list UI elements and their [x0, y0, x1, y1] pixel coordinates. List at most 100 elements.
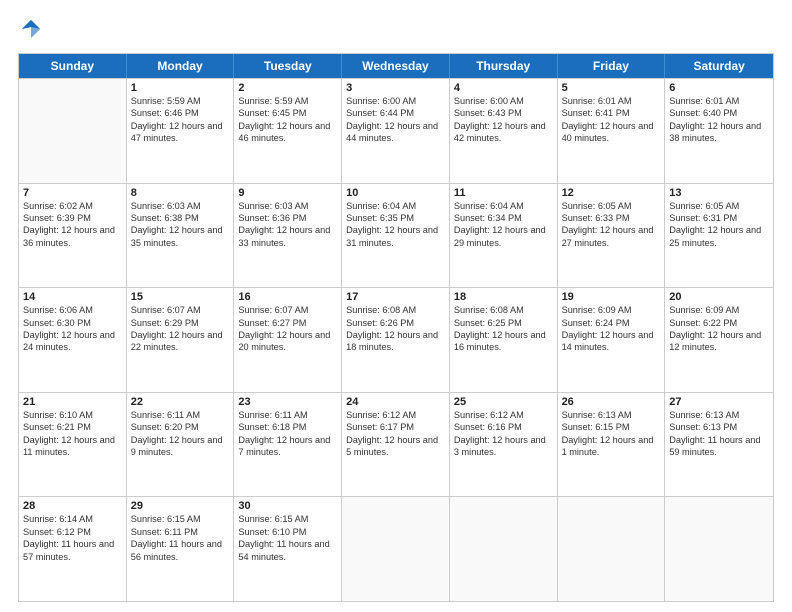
calendar-cell: 6Sunrise: 6:01 AM Sunset: 6:40 PM Daylig… — [665, 79, 773, 183]
calendar-cell: 7Sunrise: 6:02 AM Sunset: 6:39 PM Daylig… — [19, 184, 127, 288]
day-number: 8 — [131, 187, 230, 199]
day-info: Sunrise: 6:09 AM Sunset: 6:24 PM Dayligh… — [562, 304, 661, 354]
day-info: Sunrise: 6:11 AM Sunset: 6:20 PM Dayligh… — [131, 409, 230, 459]
calendar-cell: 15Sunrise: 6:07 AM Sunset: 6:29 PM Dayli… — [127, 288, 235, 392]
day-number: 13 — [669, 187, 769, 199]
calendar-cell: 28Sunrise: 6:14 AM Sunset: 6:12 PM Dayli… — [19, 497, 127, 601]
day-info: Sunrise: 6:12 AM Sunset: 6:17 PM Dayligh… — [346, 409, 445, 459]
calendar-cell: 23Sunrise: 6:11 AM Sunset: 6:18 PM Dayli… — [234, 393, 342, 497]
day-info: Sunrise: 6:13 AM Sunset: 6:15 PM Dayligh… — [562, 409, 661, 459]
day-number: 9 — [238, 187, 337, 199]
day-info: Sunrise: 6:09 AM Sunset: 6:22 PM Dayligh… — [669, 304, 769, 354]
calendar: SundayMondayTuesdayWednesdayThursdayFrid… — [18, 53, 774, 602]
calendar-cell: 26Sunrise: 6:13 AM Sunset: 6:15 PM Dayli… — [558, 393, 666, 497]
day-number: 6 — [669, 82, 769, 94]
calendar-cell: 9Sunrise: 6:03 AM Sunset: 6:36 PM Daylig… — [234, 184, 342, 288]
calendar-cell: 13Sunrise: 6:05 AM Sunset: 6:31 PM Dayli… — [665, 184, 773, 288]
day-number: 24 — [346, 396, 445, 408]
calendar-week-5: 28Sunrise: 6:14 AM Sunset: 6:12 PM Dayli… — [19, 496, 773, 601]
calendar-cell: 25Sunrise: 6:12 AM Sunset: 6:16 PM Dayli… — [450, 393, 558, 497]
day-info: Sunrise: 6:15 AM Sunset: 6:11 PM Dayligh… — [131, 513, 230, 563]
calendar-cell: 3Sunrise: 6:00 AM Sunset: 6:44 PM Daylig… — [342, 79, 450, 183]
calendar-cell: 1Sunrise: 5:59 AM Sunset: 6:46 PM Daylig… — [127, 79, 235, 183]
day-info: Sunrise: 5:59 AM Sunset: 6:45 PM Dayligh… — [238, 95, 337, 145]
day-number: 28 — [23, 500, 122, 512]
calendar-week-4: 21Sunrise: 6:10 AM Sunset: 6:21 PM Dayli… — [19, 392, 773, 497]
calendar-cell: 27Sunrise: 6:13 AM Sunset: 6:13 PM Dayli… — [665, 393, 773, 497]
day-number: 1 — [131, 82, 230, 94]
calendar-cell: 10Sunrise: 6:04 AM Sunset: 6:35 PM Dayli… — [342, 184, 450, 288]
calendar-cell: 21Sunrise: 6:10 AM Sunset: 6:21 PM Dayli… — [19, 393, 127, 497]
day-number: 30 — [238, 500, 337, 512]
day-number: 4 — [454, 82, 553, 94]
calendar-cell: 11Sunrise: 6:04 AM Sunset: 6:34 PM Dayli… — [450, 184, 558, 288]
day-info: Sunrise: 6:03 AM Sunset: 6:38 PM Dayligh… — [131, 200, 230, 250]
day-info: Sunrise: 6:07 AM Sunset: 6:29 PM Dayligh… — [131, 304, 230, 354]
day-info: Sunrise: 6:08 AM Sunset: 6:25 PM Dayligh… — [454, 304, 553, 354]
day-number: 16 — [238, 291, 337, 303]
day-number: 20 — [669, 291, 769, 303]
calendar-cell: 12Sunrise: 6:05 AM Sunset: 6:33 PM Dayli… — [558, 184, 666, 288]
day-info: Sunrise: 6:01 AM Sunset: 6:41 PM Dayligh… — [562, 95, 661, 145]
calendar-cell: 17Sunrise: 6:08 AM Sunset: 6:26 PM Dayli… — [342, 288, 450, 392]
calendar-cell: 22Sunrise: 6:11 AM Sunset: 6:20 PM Dayli… — [127, 393, 235, 497]
day-number: 10 — [346, 187, 445, 199]
calendar-cell — [558, 497, 666, 601]
calendar-cell — [665, 497, 773, 601]
calendar-cell: 8Sunrise: 6:03 AM Sunset: 6:38 PM Daylig… — [127, 184, 235, 288]
calendar-cell — [342, 497, 450, 601]
day-info: Sunrise: 6:02 AM Sunset: 6:39 PM Dayligh… — [23, 200, 122, 250]
day-number: 25 — [454, 396, 553, 408]
day-number: 27 — [669, 396, 769, 408]
day-info: Sunrise: 6:00 AM Sunset: 6:43 PM Dayligh… — [454, 95, 553, 145]
day-info: Sunrise: 6:10 AM Sunset: 6:21 PM Dayligh… — [23, 409, 122, 459]
day-number: 7 — [23, 187, 122, 199]
logo-icon — [20, 18, 42, 40]
page: SundayMondayTuesdayWednesdayThursdayFrid… — [0, 0, 792, 612]
day-info: Sunrise: 6:05 AM Sunset: 6:31 PM Dayligh… — [669, 200, 769, 250]
logo — [18, 18, 42, 45]
day-info: Sunrise: 6:04 AM Sunset: 6:35 PM Dayligh… — [346, 200, 445, 250]
day-info: Sunrise: 6:05 AM Sunset: 6:33 PM Dayligh… — [562, 200, 661, 250]
day-number: 2 — [238, 82, 337, 94]
day-number: 23 — [238, 396, 337, 408]
calendar-body: 1Sunrise: 5:59 AM Sunset: 6:46 PM Daylig… — [19, 78, 773, 601]
day-number: 12 — [562, 187, 661, 199]
day-number: 14 — [23, 291, 122, 303]
calendar-header: SundayMondayTuesdayWednesdayThursdayFrid… — [19, 54, 773, 78]
day-header-wednesday: Wednesday — [342, 54, 450, 78]
day-info: Sunrise: 6:15 AM Sunset: 6:10 PM Dayligh… — [238, 513, 337, 563]
day-number: 3 — [346, 82, 445, 94]
calendar-cell: 16Sunrise: 6:07 AM Sunset: 6:27 PM Dayli… — [234, 288, 342, 392]
day-header-saturday: Saturday — [665, 54, 773, 78]
day-info: Sunrise: 6:11 AM Sunset: 6:18 PM Dayligh… — [238, 409, 337, 459]
day-number: 17 — [346, 291, 445, 303]
calendar-cell — [450, 497, 558, 601]
calendar-cell: 18Sunrise: 6:08 AM Sunset: 6:25 PM Dayli… — [450, 288, 558, 392]
day-header-monday: Monday — [127, 54, 235, 78]
day-number: 11 — [454, 187, 553, 199]
day-number: 18 — [454, 291, 553, 303]
day-info: Sunrise: 6:14 AM Sunset: 6:12 PM Dayligh… — [23, 513, 122, 563]
calendar-cell: 4Sunrise: 6:00 AM Sunset: 6:43 PM Daylig… — [450, 79, 558, 183]
day-info: Sunrise: 6:08 AM Sunset: 6:26 PM Dayligh… — [346, 304, 445, 354]
day-header-sunday: Sunday — [19, 54, 127, 78]
calendar-week-2: 7Sunrise: 6:02 AM Sunset: 6:39 PM Daylig… — [19, 183, 773, 288]
day-info: Sunrise: 5:59 AM Sunset: 6:46 PM Dayligh… — [131, 95, 230, 145]
calendar-cell: 20Sunrise: 6:09 AM Sunset: 6:22 PM Dayli… — [665, 288, 773, 392]
calendar-week-3: 14Sunrise: 6:06 AM Sunset: 6:30 PM Dayli… — [19, 287, 773, 392]
calendar-cell: 24Sunrise: 6:12 AM Sunset: 6:17 PM Dayli… — [342, 393, 450, 497]
header — [18, 18, 774, 45]
day-info: Sunrise: 6:04 AM Sunset: 6:34 PM Dayligh… — [454, 200, 553, 250]
day-info: Sunrise: 6:12 AM Sunset: 6:16 PM Dayligh… — [454, 409, 553, 459]
day-header-tuesday: Tuesday — [234, 54, 342, 78]
day-number: 19 — [562, 291, 661, 303]
calendar-cell: 29Sunrise: 6:15 AM Sunset: 6:11 PM Dayli… — [127, 497, 235, 601]
day-info: Sunrise: 6:06 AM Sunset: 6:30 PM Dayligh… — [23, 304, 122, 354]
day-number: 29 — [131, 500, 230, 512]
day-number: 15 — [131, 291, 230, 303]
calendar-cell: 30Sunrise: 6:15 AM Sunset: 6:10 PM Dayli… — [234, 497, 342, 601]
day-number: 22 — [131, 396, 230, 408]
calendar-week-1: 1Sunrise: 5:59 AM Sunset: 6:46 PM Daylig… — [19, 78, 773, 183]
day-info: Sunrise: 6:03 AM Sunset: 6:36 PM Dayligh… — [238, 200, 337, 250]
